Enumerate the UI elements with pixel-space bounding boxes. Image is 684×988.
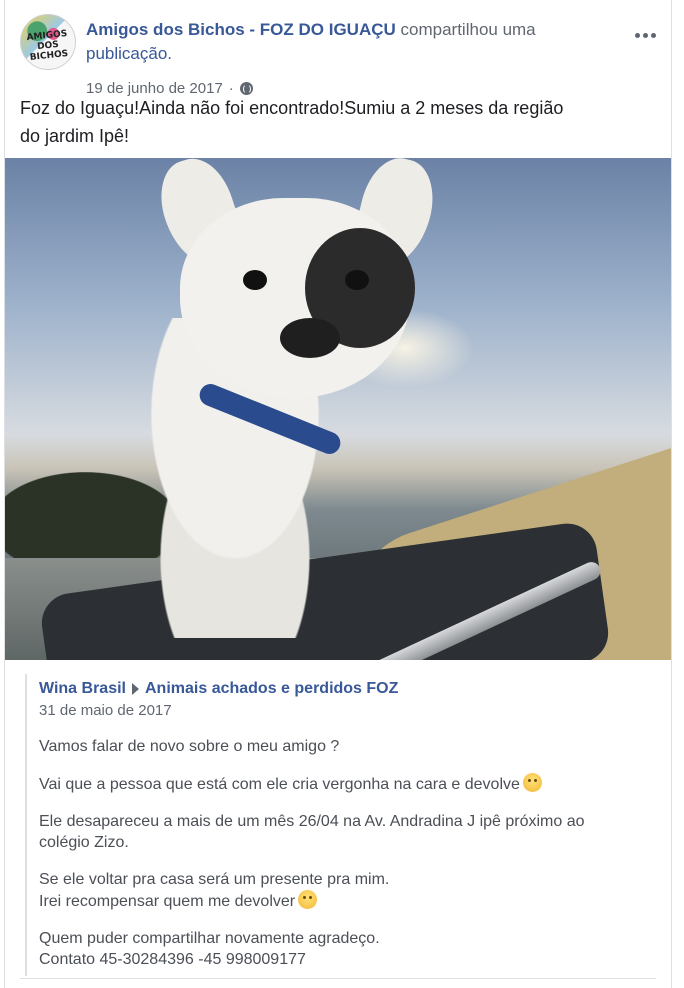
- avatar-logo-text: AMIGOS DOS BICHOS: [26, 28, 69, 63]
- more-options-icon[interactable]: [631, 28, 659, 42]
- shared-text: Se ele voltar pra casa será um presente …: [39, 871, 390, 888]
- shared-action-text: compartilhou uma: [395, 20, 536, 39]
- shared-author-link[interactable]: Wina Brasil: [39, 680, 126, 698]
- shared-text: Ele desapareceu a mais de um mês 26/04 n…: [39, 813, 585, 830]
- publication-link[interactable]: publicação.: [86, 44, 172, 63]
- divider: [20, 978, 656, 979]
- confused-emoji-icon: [298, 890, 318, 909]
- post-header: AMIGOS DOS BICHOS Amigos dos Bichos - FO…: [20, 14, 661, 97]
- rolling-eyes-emoji-icon: [522, 773, 542, 792]
- shared-text: Quem puder compartilhar novamente agrade…: [39, 930, 380, 947]
- post-message-line: Foz do Iguaçu!Ainda não foi encontrado!S…: [20, 98, 564, 118]
- post-card: AMIGOS DOS BICHOS Amigos dos Bichos - FO…: [4, 0, 672, 988]
- shared-text: Irei recompensar quem me devolver: [39, 893, 296, 910]
- shared-text: Vai que a pessoa que está com ele cria v…: [39, 776, 520, 793]
- shared-paragraph: Quem puder compartilhar novamente agrade…: [39, 928, 649, 970]
- post-message: Foz do Iguaçu!Ainda não foi encontrado!S…: [20, 94, 650, 150]
- shared-post-body: Vamos falar de novo sobre o meu amigo ? …: [39, 736, 649, 986]
- shared-text: colégio Zizo.: [39, 834, 129, 851]
- page-name-link[interactable]: Amigos dos Bichos - FOZ DO IGUAÇU: [86, 20, 396, 39]
- shared-text: Vamos falar de novo sobre o meu amigo ?: [39, 738, 340, 755]
- more-dot: [642, 32, 648, 38]
- more-dot: [634, 32, 640, 38]
- triangle-right-icon: [132, 683, 139, 695]
- group-link[interactable]: Animais achados e perdidos FOZ: [145, 680, 398, 698]
- shared-paragraph: Vai que a pessoa que está com ele cria v…: [39, 773, 649, 795]
- shared-post-header: Wina Brasil Animais achados e perdidos F…: [39, 680, 398, 698]
- shared-paragraph: Vamos falar de novo sobre o meu amigo ?: [39, 736, 649, 757]
- photo-dog-eye: [345, 270, 369, 290]
- shared-paragraph: Ele desapareceu a mais de um mês 26/04 n…: [39, 811, 649, 853]
- shared-post: Wina Brasil Animais achados e perdidos F…: [25, 674, 657, 976]
- more-dot: [650, 32, 656, 38]
- post-title-line: Amigos dos Bichos - FOZ DO IGUAÇU compar…: [86, 18, 606, 66]
- post-photo[interactable]: [5, 158, 671, 660]
- photo-dog-eye: [243, 270, 267, 290]
- post-message-line: do jardim Ipê!: [20, 126, 130, 146]
- photo-dog-nose: [280, 318, 340, 358]
- shared-post-date[interactable]: 31 de maio de 2017: [39, 702, 172, 719]
- shared-text: Contato 45-30284396 -45 998009177: [39, 951, 306, 968]
- shared-paragraph: Se ele voltar pra casa será um presente …: [39, 869, 649, 912]
- page-avatar[interactable]: AMIGOS DOS BICHOS: [20, 14, 76, 70]
